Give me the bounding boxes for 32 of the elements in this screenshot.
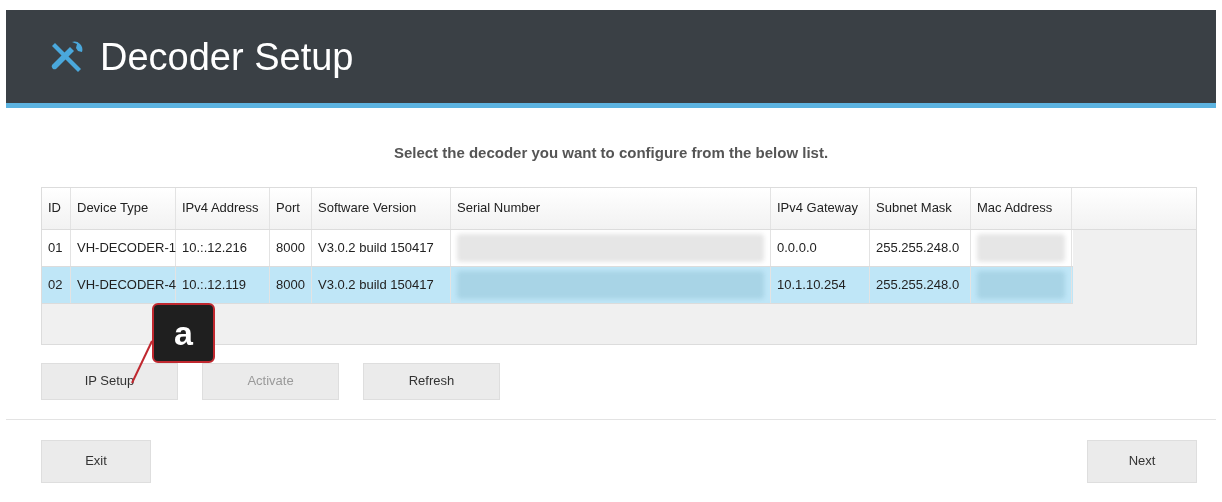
table-row[interactable]: 01 VH-DECODER-1 10.:.12.216 8000 V3.0.2 build 150417 0.0.0.0 255.255.248.0 xyxy=(42,229,1073,267)
column-header[interactable]: Mac Address xyxy=(977,198,1053,218)
table-cell-text: 0.0.0.0 xyxy=(777,238,817,257)
column-header[interactable]: Device Type xyxy=(77,198,149,218)
column-header[interactable]: IPv4 Address xyxy=(182,198,259,218)
table-cell-text: 01 xyxy=(48,238,63,257)
column-header[interactable]: Subnet Mask xyxy=(876,198,952,218)
column-header[interactable]: ID xyxy=(48,198,61,218)
table-cell-text: 10.:.12.216 xyxy=(182,238,248,257)
column-header[interactable]: IPv4 Gateway xyxy=(777,198,858,218)
action-button[interactable]: Refresh xyxy=(363,362,500,400)
action-button[interactable]: IP Setup xyxy=(41,362,178,400)
table-cell-text: 255.255.248.0 xyxy=(876,275,960,294)
table-cell-text: 8000 xyxy=(276,238,305,257)
table-cell-text: 02 xyxy=(48,275,63,294)
window-title: Decoder Setup xyxy=(100,37,354,76)
table-cell-text: 255.255.248.0 xyxy=(876,238,960,257)
column-header[interactable]: Software Version xyxy=(318,198,417,218)
table-cell-text: 10.1.10.254 xyxy=(777,275,846,294)
table-cell-text: V3.0.2 build 150417 xyxy=(318,238,434,257)
table-cell-text: 8000 xyxy=(276,275,305,294)
table-row[interactable]: 02 VH-DECODER-4 10.:.12.119 8000 V3.0.2 build 150417 10.1.10.254 255.255.248.0 xyxy=(42,266,1073,304)
footer-button[interactable]: Next xyxy=(1087,439,1197,483)
table-cell-text: VH-DECODER-1 xyxy=(77,238,176,257)
table-cell-text: 10.:.12.119 xyxy=(182,275,247,294)
footer-button[interactable]: Exit xyxy=(41,439,151,483)
instruction-text: Select the decoder you want to configure from the below list. xyxy=(393,143,829,163)
column-header[interactable]: Serial Number xyxy=(457,198,541,218)
column-header[interactable]: Port xyxy=(276,198,300,218)
callout-badge: a xyxy=(152,303,215,363)
table-cell-text: V3.0.2 build 150417 xyxy=(318,275,434,294)
table-cell-text: VH-DECODER-4 xyxy=(77,275,176,294)
